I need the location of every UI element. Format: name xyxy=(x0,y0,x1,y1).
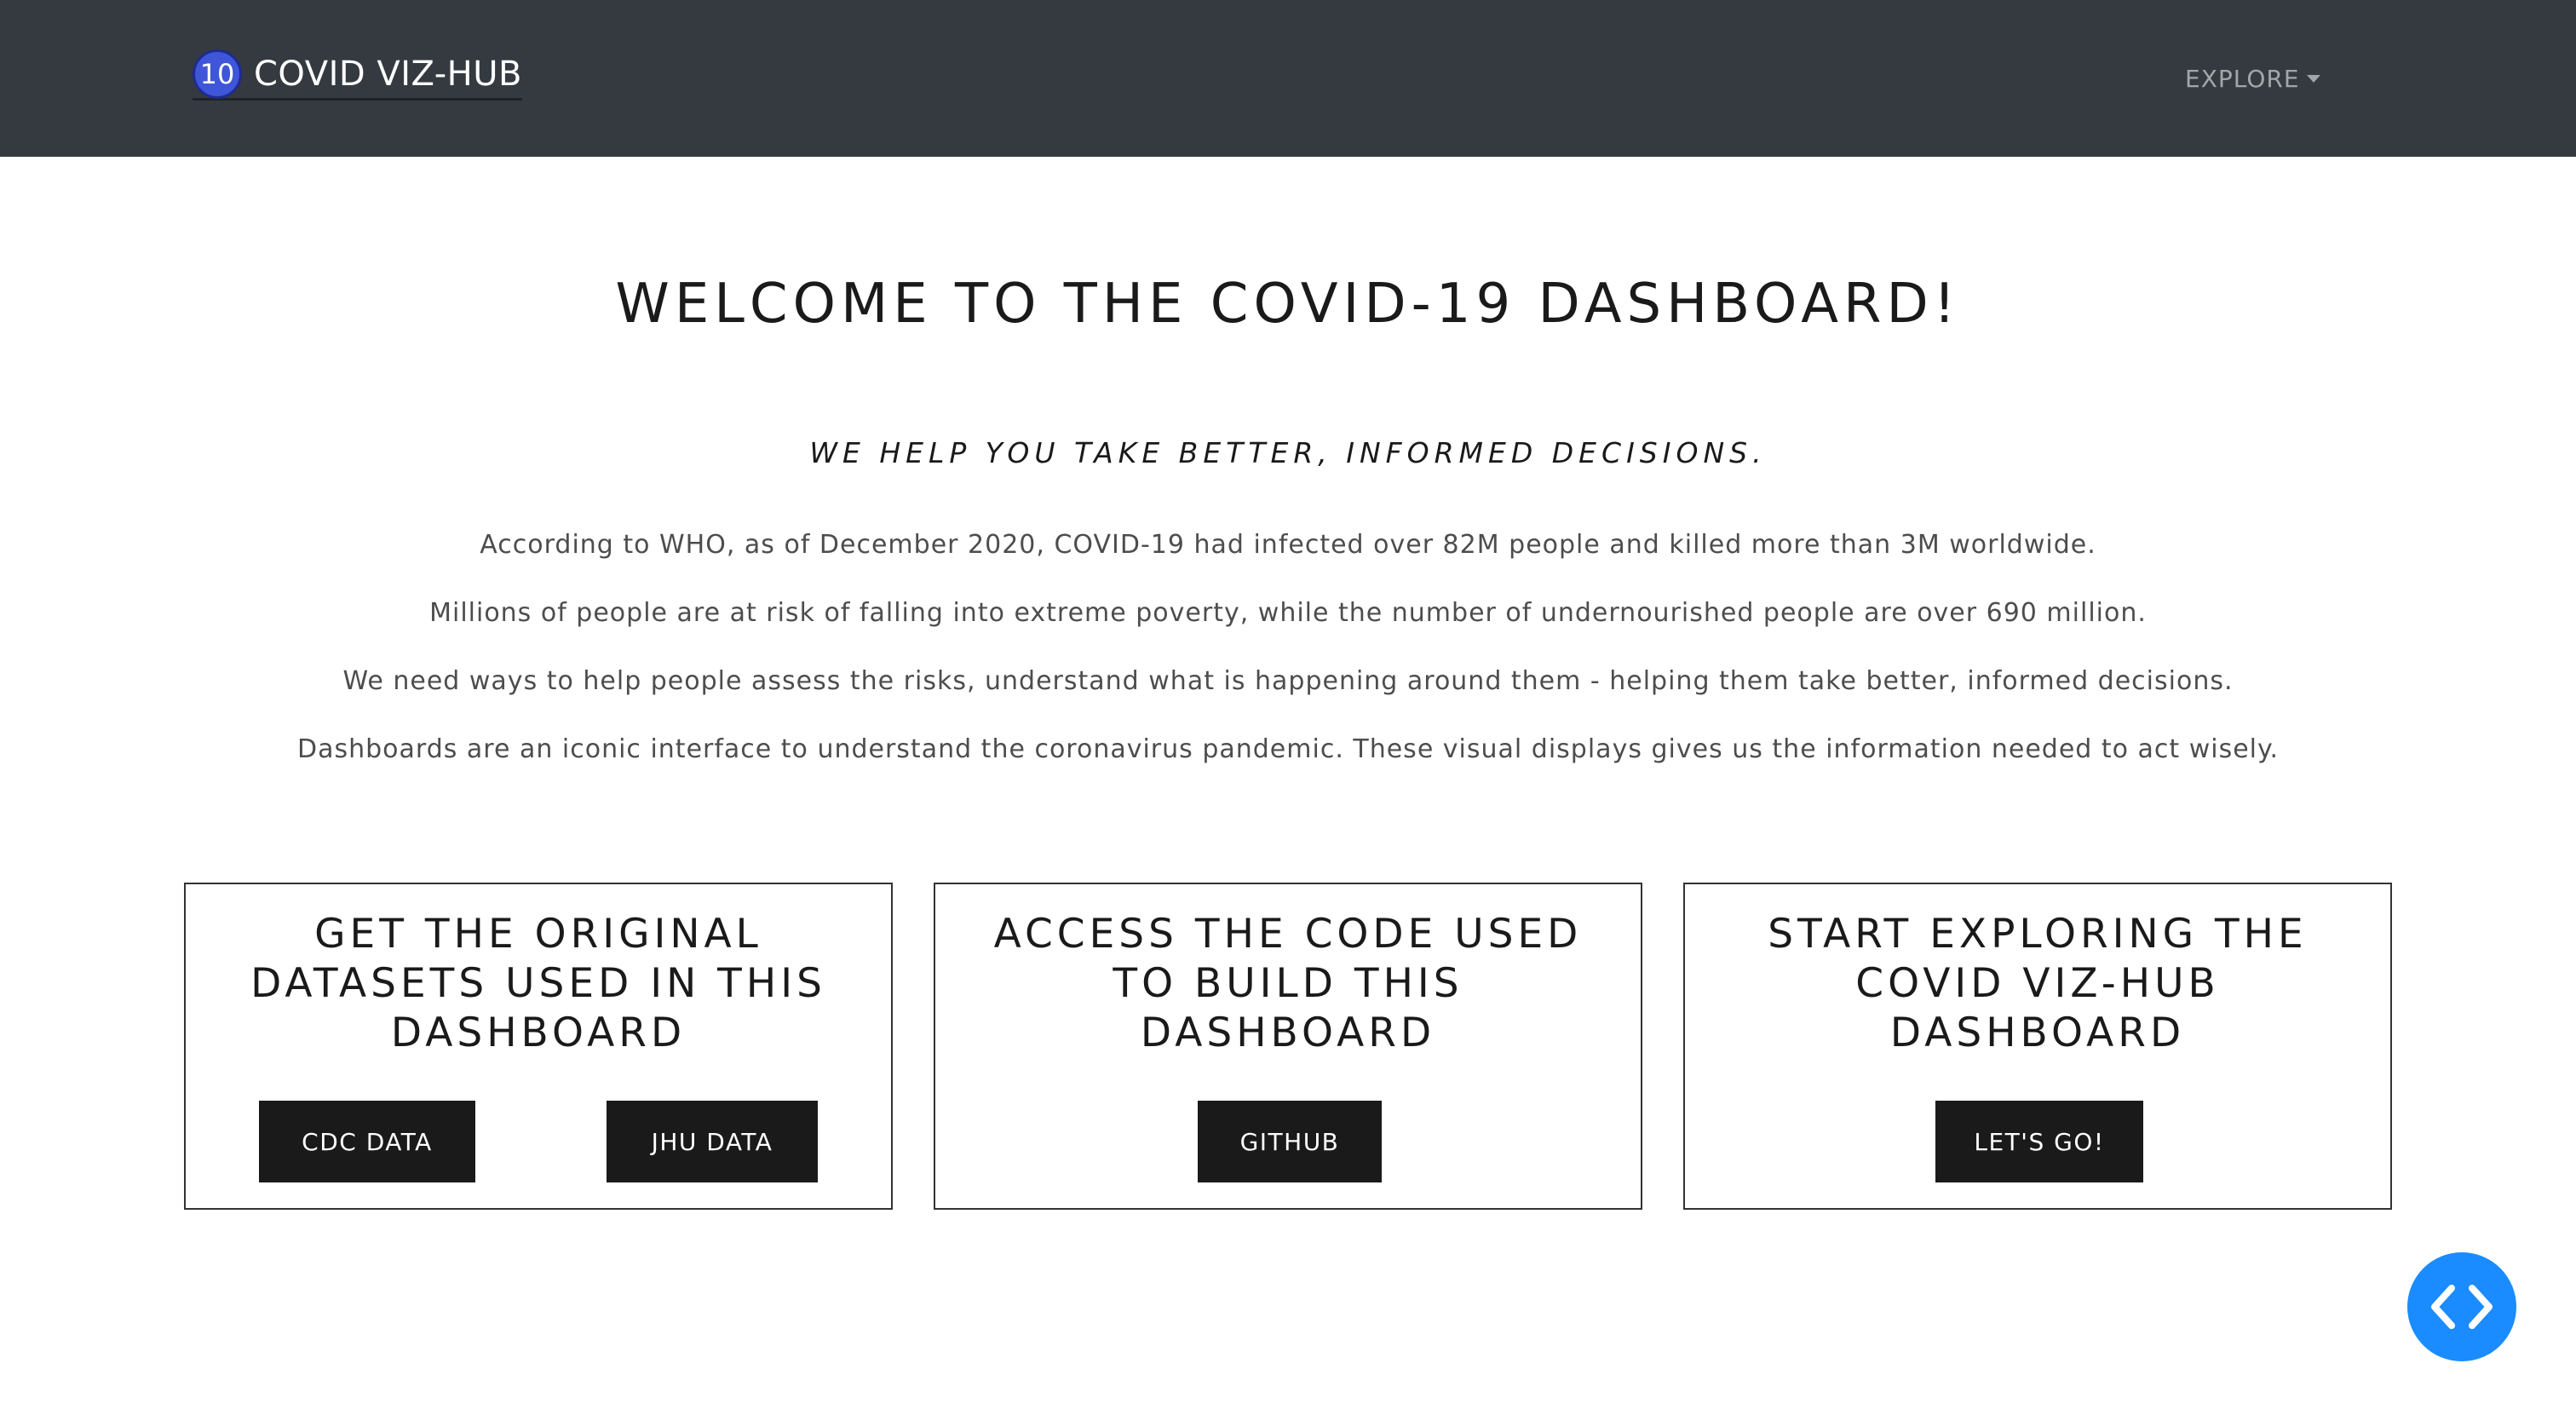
caret-down-icon xyxy=(2306,74,2320,83)
intro-paragraph-1: According to WHO, as of December 2020, C… xyxy=(480,530,2096,560)
intro-paragraph-2: Millions of people are at risk of fallin… xyxy=(429,598,2147,628)
lets-go-button[interactable]: LET'S GO! xyxy=(1935,1101,2143,1182)
navbar: 10 COVID VIZ-HUB EXPLORE xyxy=(0,0,2576,157)
jhu-data-button[interactable]: JHU DATA xyxy=(607,1101,818,1182)
code-card-title: ACCESS THE CODE USED TO BUILD THIS DASHB… xyxy=(993,911,1583,1056)
code-toggle-button[interactable] xyxy=(2407,1252,2516,1361)
explore-label: EXPLORE xyxy=(2185,64,2300,93)
intro-paragraph-3: We need ways to help people assess the r… xyxy=(342,666,2234,696)
page-title: WELCOME TO THE COVID-19 DASHBOARD! xyxy=(615,273,1961,336)
datasets-card: GET THE ORIGINAL DATASETS USED IN THIS D… xyxy=(184,883,893,1210)
code-icon xyxy=(2431,1285,2493,1329)
datasets-card-title: GET THE ORIGINAL DATASETS USED IN THIS D… xyxy=(250,911,826,1056)
cdc-data-button[interactable]: CDC DATA xyxy=(259,1101,475,1182)
brand-logo-icon: 10 xyxy=(193,49,242,99)
brand-title: COVID VIZ-HUB xyxy=(254,54,522,94)
explore-card-title: START EXPLORING THE COVID VIZ-HUB DASHBO… xyxy=(1768,911,2308,1056)
tagline: WE HELP YOU TAKE BETTER, INFORMED DECISI… xyxy=(809,436,1767,469)
code-card: ACCESS THE CODE USED TO BUILD THIS DASHB… xyxy=(934,883,1642,1210)
intro-paragraph-4: Dashboards are an iconic interface to un… xyxy=(296,734,2280,764)
explore-dropdown[interactable]: EXPLORE xyxy=(2185,60,2320,97)
explore-card: START EXPLORING THE COVID VIZ-HUB DASHBO… xyxy=(1683,883,2392,1210)
brand-link[interactable]: 10 COVID VIZ-HUB xyxy=(193,49,522,101)
github-button[interactable]: GITHUB xyxy=(1198,1101,1382,1182)
